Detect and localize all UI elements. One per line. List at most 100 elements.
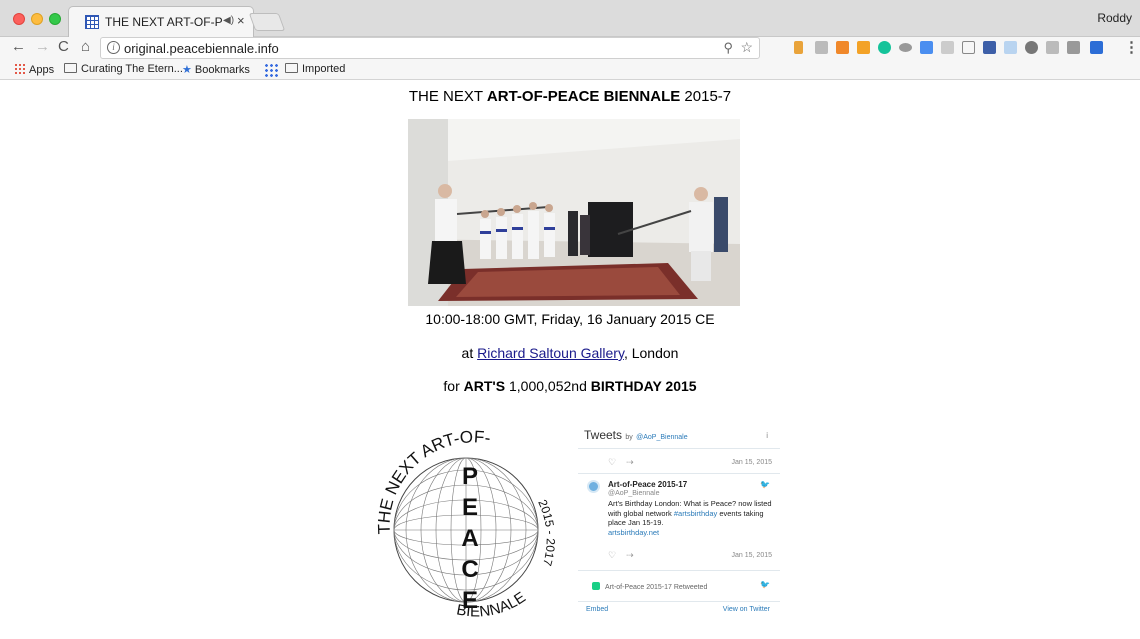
- bookmark-label: Apps: [29, 64, 55, 76]
- occasion-bold-2: BIRTHDAY 2015: [590, 378, 697, 394]
- retweet-label: Art-of-Peace 2015-17 Retweeted: [592, 582, 707, 591]
- bookmark-apps[interactable]: Apps: [14, 63, 54, 76]
- tweet-actions[interactable]: ♡ ⇢: [608, 457, 634, 468]
- window-maximize-button[interactable]: [49, 13, 61, 25]
- divider: [578, 473, 780, 474]
- timeline-title: Tweets: [584, 428, 623, 442]
- timeline-header: Tweets by @AoP_Biennale: [584, 428, 688, 442]
- occasion-bold-1: ART'S: [463, 378, 506, 394]
- forward-arrow-icon[interactable]: →: [35, 38, 50, 55]
- tweet-hashtag[interactable]: #artsbirthday: [674, 509, 717, 518]
- view-on-twitter-link[interactable]: View on Twitter: [723, 606, 770, 613]
- tweet-text: Art's Birthday London: What is Peace? no…: [608, 499, 778, 537]
- tweet-author-handle[interactable]: @AoP_Biennale: [608, 490, 659, 497]
- browser-titlebar: THE NEXT ART-OF-PEACE ◀) × Roddy: [0, 0, 1140, 37]
- bookmark-folder-imported[interactable]: Imported: [285, 63, 345, 75]
- bookmark-bookmarks[interactable]: ★ Bookmarks: [182, 63, 250, 76]
- occasion-prefix: for: [443, 378, 464, 394]
- bookmark-label: Bookmarks: [194, 64, 250, 76]
- bookmark-star-icon[interactable]: ☆: [740, 39, 753, 56]
- logo-letter-a: A: [461, 525, 478, 552]
- event-time: 10:00-18:00 GMT, Friday, 16 January 2015…: [425, 311, 715, 327]
- retweet-text: Art-of-Peace 2015-17 Retweeted: [605, 584, 708, 591]
- site-grid-icon: [264, 63, 278, 77]
- extension-icon[interactable]: [836, 41, 849, 54]
- folder-icon: [64, 63, 77, 73]
- bookmarks-bar: Apps Curating The Etern... ★ Bookmarks Im…: [0, 60, 1140, 80]
- extension-icon[interactable]: [794, 41, 803, 54]
- browser-toolbar: ← → C ⌂ i original.peacebiennale.info ⚲ …: [0, 37, 1140, 60]
- title-bold: ART-OF-PEACE BIENNALE: [486, 88, 681, 105]
- avatar[interactable]: [587, 480, 600, 493]
- extension-icon[interactable]: [1025, 41, 1038, 54]
- back-arrow-icon[interactable]: ←: [11, 38, 26, 55]
- extension-icon[interactable]: [1046, 41, 1059, 54]
- venue-link[interactable]: Richard Saltoun Gallery: [477, 345, 624, 361]
- extension-icon[interactable]: [983, 41, 996, 54]
- event-photo: [408, 119, 740, 306]
- twitter-bird-icon[interactable]: 🐦: [760, 480, 770, 489]
- tab-close-icon[interactable]: ×: [237, 13, 245, 28]
- retweet-icon: [592, 582, 600, 590]
- extension-icon[interactable]: [962, 41, 975, 54]
- site-favicon-icon: [85, 15, 99, 29]
- extension-icon[interactable]: [857, 41, 870, 54]
- site-info-icon[interactable]: i: [107, 41, 120, 54]
- address-bar[interactable]: i original.peacebiennale.info ⚲ ☆: [100, 37, 760, 59]
- event-venue: at Richard Saltoun Gallery, London: [0, 345, 1140, 361]
- window-close-button[interactable]: [13, 13, 25, 25]
- timeline-handle-link[interactable]: @AoP_Biennale: [636, 434, 687, 441]
- audio-playing-icon[interactable]: ◀): [223, 15, 234, 26]
- biennale-logo: THE NEXT ART-OF- 2015 - 2017 BIENNALE P …: [362, 414, 582, 634]
- venue-suffix: , London: [623, 345, 679, 361]
- page-title: THE NEXT ART-OF-PEACE BIENNALE 2015-7: [0, 88, 1140, 105]
- logo-letter-e2: E: [462, 587, 478, 614]
- bookmark-folder-curating[interactable]: Curating The Etern...: [64, 63, 183, 75]
- page-content: THE NEXT ART-OF-PEACE BIENNALE 2015-7 10…: [0, 81, 1140, 637]
- venue-prefix: at: [461, 345, 478, 361]
- twitter-bird-icon[interactable]: 🐦: [760, 580, 770, 589]
- event-occasion: for ART'S 1,000,052nd BIRTHDAY 2015: [0, 378, 1140, 394]
- new-tab-button[interactable]: [248, 13, 286, 31]
- bookmark-label: Curating The Etern...: [81, 63, 183, 75]
- browser-tab[interactable]: THE NEXT ART-OF-PEACE ◀) ×: [68, 6, 254, 37]
- extension-icon[interactable]: [941, 41, 954, 54]
- camera-extension-icon[interactable]: [815, 41, 828, 54]
- extension-icon[interactable]: [1004, 41, 1017, 54]
- divider: [578, 448, 780, 449]
- timeline-by: by: [625, 434, 633, 441]
- tweet-date[interactable]: Jan 15, 2015: [732, 459, 772, 466]
- apps-grid-icon: [14, 63, 25, 74]
- occasion-middle: 1,000,052nd: [505, 378, 591, 394]
- url-text[interactable]: original.peacebiennale.info: [124, 41, 279, 56]
- eye-extension-icon[interactable]: [899, 43, 912, 52]
- tweet-author-name[interactable]: Art-of-Peace 2015-17: [608, 480, 687, 489]
- extension-icon[interactable]: [1090, 41, 1103, 54]
- home-icon[interactable]: ⌂: [81, 38, 90, 55]
- download-arrow-icon[interactable]: [920, 41, 933, 54]
- info-icon[interactable]: i: [766, 431, 768, 440]
- reload-icon[interactable]: C: [58, 38, 69, 55]
- tweet-link[interactable]: artsbirthday.net: [608, 528, 659, 537]
- tab-title: THE NEXT ART-OF-PEACE: [105, 15, 223, 29]
- grammarly-icon[interactable]: [878, 41, 891, 54]
- folder-icon: [285, 63, 298, 73]
- tweet-actions[interactable]: ♡ ⇢: [608, 550, 634, 561]
- title-prefix: THE NEXT: [408, 88, 487, 105]
- embed-link[interactable]: Embed: [586, 606, 608, 613]
- title-suffix: 2015-7: [680, 88, 732, 105]
- divider: [578, 601, 780, 602]
- zoom-magnifier-icon[interactable]: ⚲: [723, 40, 733, 56]
- browser-menu-icon[interactable]: ⋮: [1124, 38, 1139, 56]
- logo-letter-c: C: [461, 556, 478, 583]
- window-minimize-button[interactable]: [31, 13, 43, 25]
- logo-letter-e: E: [462, 494, 478, 521]
- logo-right-arc: 2015 - 2017: [535, 497, 557, 567]
- twitter-timeline[interactable]: Tweets by @AoP_Biennale i ♡ ⇢ Jan 15, 20…: [578, 420, 780, 615]
- profile-name[interactable]: Roddy: [1097, 11, 1132, 25]
- divider: [578, 570, 780, 571]
- tweet-date[interactable]: Jan 15, 2015: [732, 552, 772, 559]
- bookmark-label: Imported: [302, 63, 346, 75]
- bookmark-site-grid[interactable]: [264, 63, 278, 77]
- extension-icon[interactable]: [1067, 41, 1080, 54]
